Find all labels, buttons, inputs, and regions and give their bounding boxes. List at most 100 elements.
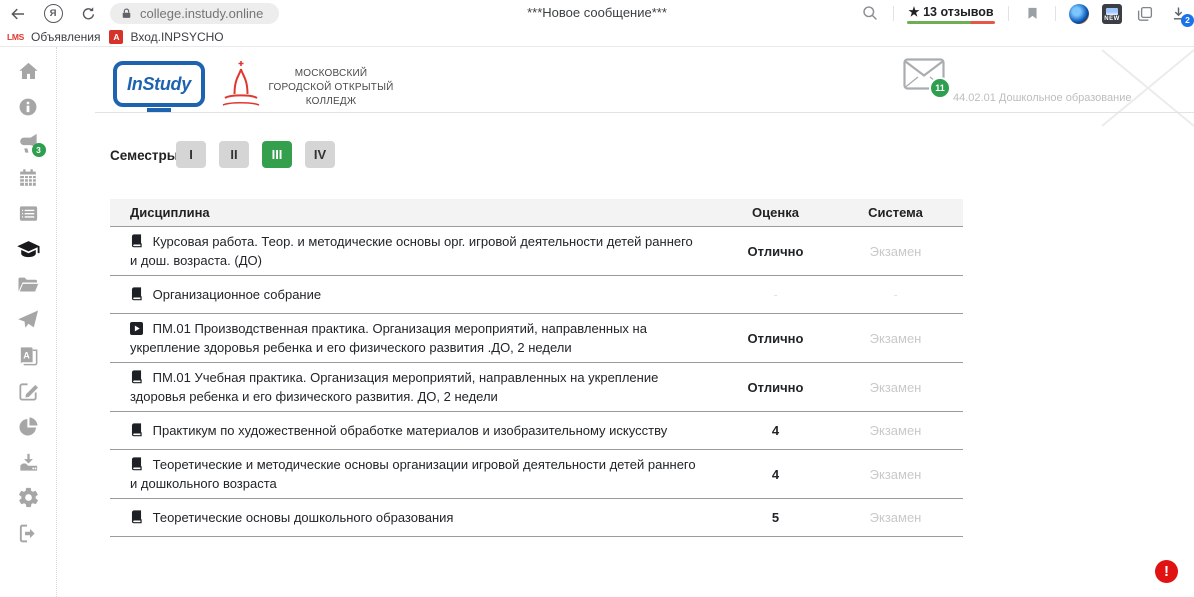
college-name-line2: ГОРОДСКОЙ ОТКРЫТЫЙ КОЛЛЕДЖ	[262, 81, 400, 109]
sidebar-item-settings[interactable]	[16, 485, 41, 510]
system-value: Экзамен	[828, 510, 963, 525]
tab-groups-button[interactable]	[1135, 4, 1155, 24]
sidebar-item-calendar[interactable]	[16, 166, 41, 191]
system-value: Экзамен	[828, 331, 963, 346]
sidebar-item-grades[interactable]	[16, 237, 41, 262]
semester-tab[interactable]: I	[176, 141, 206, 168]
discipline-name: ПМ.01 Производственная практика. Организ…	[130, 321, 647, 356]
sidebar-item-files[interactable]	[16, 272, 41, 297]
system-value: Экзамен	[828, 467, 963, 482]
sidebar-item-messages[interactable]	[16, 308, 41, 333]
table-row[interactable]: Теоретические и методические основы орга…	[110, 450, 963, 499]
grade-value: Отлично	[723, 331, 828, 346]
column-system: Система	[828, 205, 963, 220]
reviews-rating-bar	[907, 21, 995, 24]
sidebar-item-downloads[interactable]	[16, 450, 41, 475]
folder-open-icon	[16, 273, 40, 297]
star-icon: ★	[908, 5, 919, 19]
info-icon	[17, 96, 39, 118]
sidebar-item-statistics[interactable]	[16, 414, 41, 439]
book-icon	[130, 456, 143, 471]
download-tray-icon	[17, 451, 40, 474]
browser-topbar: Я college.instudy.online ***Новое сообще…	[0, 0, 1194, 27]
sidebar: 3 А	[0, 47, 57, 597]
separator	[893, 6, 894, 21]
bookmark-label: Объявления	[31, 30, 100, 44]
yandex-icon: Я	[44, 4, 63, 23]
refresh-icon	[80, 5, 97, 22]
sidebar-item-info[interactable]	[16, 95, 41, 120]
home-icon	[17, 60, 40, 83]
sidebar-item-edit[interactable]	[16, 379, 41, 404]
table-body: Курсовая работа. Теор. и методические ос…	[110, 227, 963, 537]
table-row[interactable]: Курсовая работа. Теор. и методические ос…	[110, 227, 963, 276]
semester-tab[interactable]: III	[262, 141, 292, 168]
grade-value: Отлично	[723, 244, 828, 259]
downloads-badge: 2	[1181, 14, 1194, 27]
system-value: Экзамен	[828, 380, 963, 395]
table-row[interactable]: ПМ.01 Производственная практика. Организ…	[110, 314, 963, 363]
back-button[interactable]	[8, 4, 28, 24]
table-row[interactable]: Теоретические основы дошкольного образов…	[110, 499, 963, 537]
sidebar-item-home[interactable]	[16, 59, 41, 84]
sidebar-item-announcements[interactable]: 3	[16, 130, 41, 155]
semester-tab[interactable]: IV	[305, 141, 335, 168]
downloads-button[interactable]: 2	[1168, 4, 1188, 24]
table-row[interactable]: ПМ.01 Учебная практика. Организация меро…	[110, 363, 963, 412]
alert-button[interactable]: !	[1155, 560, 1178, 583]
bookmark-flag-button[interactable]	[1022, 4, 1042, 24]
semester-tabs: I II III IV	[176, 141, 335, 168]
table-row[interactable]: Практикум по художественной обработке ма…	[110, 412, 963, 450]
address-bar[interactable]: college.instudy.online	[110, 3, 279, 24]
extension-new-icon[interactable]: NEW	[1102, 4, 1122, 24]
alert-exclamation-icon: !	[1164, 563, 1169, 580]
system-value: Экзамен	[828, 244, 963, 259]
new-label: NEW	[1104, 16, 1120, 22]
lms-favicon: LMS	[7, 32, 24, 42]
sidebar-item-translate[interactable]: А	[16, 343, 41, 368]
book-icon	[130, 422, 143, 437]
yandex-button[interactable]: Я	[43, 4, 63, 24]
book-icon	[130, 233, 143, 248]
column-discipline: Дисциплина	[110, 205, 723, 220]
discipline-name: Теоретические основы дошкольного образов…	[153, 510, 454, 525]
column-grade: Оценка	[723, 205, 828, 220]
announcements-badge: 3	[32, 143, 46, 157]
instudy-logo-text: InStudy	[127, 74, 191, 95]
grade-value: 4	[723, 423, 828, 438]
college-name: МОСКОВСКИЙ ГОРОДСКОЙ ОТКРЫТЫЙ КОЛЛЕДЖ	[262, 67, 400, 109]
logout-icon	[17, 522, 40, 545]
sidebar-item-list[interactable]	[16, 201, 41, 226]
pie-chart-icon	[17, 415, 40, 438]
header-divider	[95, 112, 1194, 113]
bookmark-announcements[interactable]: LMS Объявления	[7, 30, 100, 44]
bookmark-inpsycho[interactable]: A Вход.INPSYCHO	[109, 30, 223, 44]
refresh-button[interactable]	[78, 4, 98, 24]
extension-globe-icon[interactable]	[1069, 4, 1089, 24]
semester-tab[interactable]: II	[219, 141, 249, 168]
mail-badge: 11	[929, 77, 951, 99]
sidebar-item-logout[interactable]	[16, 521, 41, 546]
graduation-cap-icon	[16, 237, 41, 262]
calendar-icon	[17, 167, 39, 189]
book-icon	[130, 509, 143, 524]
back-arrow-icon	[9, 5, 27, 23]
bookmark-flag-icon	[1025, 6, 1040, 21]
system-value: -	[828, 287, 963, 302]
reviews-widget[interactable]: ★ 13 отзывов	[907, 4, 995, 24]
college-tower-icon	[220, 58, 262, 110]
close-icon[interactable]	[1098, 48, 1194, 128]
tab-title: ***Новое сообщение***	[527, 5, 667, 20]
list-icon	[17, 202, 40, 225]
table-row[interactable]: Организационное собрание - -	[110, 276, 963, 314]
discipline-name: Организационное собрание	[153, 287, 321, 302]
svg-text:А: А	[23, 350, 30, 360]
semesters-label: Семестры	[110, 148, 178, 163]
discipline-name: Практикум по художественной обработке ма…	[153, 423, 668, 438]
search-button[interactable]	[860, 4, 880, 24]
book-icon	[130, 369, 143, 384]
table-header: Дисциплина Оценка Система	[110, 199, 963, 227]
instudy-logo: InStudy	[113, 61, 205, 107]
translate-icon: А	[17, 344, 40, 367]
grade-value: 4	[723, 467, 828, 482]
